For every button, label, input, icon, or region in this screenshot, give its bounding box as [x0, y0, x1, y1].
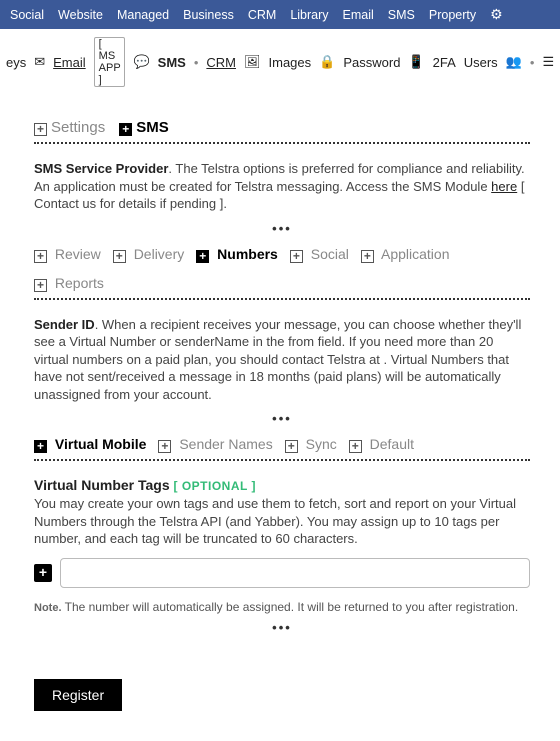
plus-icon: + — [361, 250, 374, 263]
breadcrumb-sms[interactable]: +SMS — [119, 119, 169, 136]
divider — [34, 142, 530, 144]
second-nav: eys Email [ MS APP ] SMS • CRM Images Pa… — [0, 29, 560, 95]
provider-label: SMS Service Provider — [34, 161, 168, 176]
sms-module-link[interactable]: here — [491, 179, 517, 194]
breadcrumb: +Settings +SMS — [34, 119, 530, 136]
hamburger-icon[interactable] — [542, 54, 554, 70]
nav-managed[interactable]: Managed — [117, 8, 169, 22]
lock-icon — [319, 54, 335, 70]
ellipsis-icon[interactable]: ••• — [34, 620, 530, 635]
plus-icon: + — [158, 440, 171, 453]
tab-virtual-mobile[interactable]: + Virtual Mobile — [34, 436, 146, 453]
sender-label: Sender ID — [34, 317, 95, 332]
top-nav: Social Website Managed Business CRM Libr… — [0, 0, 560, 29]
envelope-icon — [34, 54, 45, 70]
plus-icon: + — [34, 250, 47, 263]
add-tag-button[interactable]: + — [34, 564, 52, 582]
nav-social[interactable]: Social — [10, 8, 44, 22]
gear-icon[interactable] — [490, 6, 503, 23]
ms-app-chip[interactable]: [ MS APP ] — [94, 37, 126, 87]
plus-icon: + — [196, 250, 209, 263]
nav-sms[interactable]: SMS — [388, 8, 415, 22]
nav-crm-link[interactable]: CRM — [206, 55, 236, 70]
people-icon[interactable] — [506, 54, 522, 70]
nav-password[interactable]: Password — [343, 55, 400, 70]
provider-paragraph: SMS Service Provider. The Telstra option… — [34, 160, 530, 213]
plus-icon: + — [119, 123, 132, 136]
tab-reports[interactable]: + Reports — [34, 275, 104, 292]
plus-icon: + — [34, 440, 47, 453]
plus-icon: + — [34, 123, 47, 136]
nav-email-link[interactable]: Email — [53, 55, 86, 70]
vnt-title: Virtual Number Tags — [34, 477, 170, 493]
tab-review[interactable]: + Review — [34, 246, 101, 263]
divider — [34, 298, 530, 300]
ellipsis-icon[interactable]: ••• — [34, 221, 530, 236]
tabs-secondary: + Virtual Mobile + Sender Names + Sync +… — [34, 436, 530, 453]
plus-icon: + — [113, 250, 126, 263]
plus-icon: + — [290, 250, 303, 263]
nav-crm[interactable]: CRM — [248, 8, 276, 22]
vnt-title-row: Virtual Number Tags [ OPTIONAL ] — [34, 477, 530, 493]
note-label: Note. — [34, 602, 62, 614]
nav-library[interactable]: Library — [290, 8, 328, 22]
tabs-primary: + Review + Delivery + Numbers + Social +… — [34, 246, 530, 292]
nav-2fa[interactable]: 2FA — [433, 55, 456, 70]
tab-delivery[interactable]: + Delivery — [113, 246, 184, 263]
plus-icon: + — [285, 440, 298, 453]
register-button[interactable]: Register — [34, 679, 122, 711]
nav-website[interactable]: Website — [58, 8, 103, 22]
tab-numbers[interactable]: + Numbers — [196, 246, 278, 263]
ellipsis-icon[interactable]: ••• — [34, 411, 530, 426]
tag-input-row: + — [34, 558, 530, 588]
plus-icon: + — [34, 279, 47, 292]
tab-application[interactable]: + Application — [361, 246, 450, 263]
tab-default[interactable]: + Default — [349, 436, 414, 453]
dot-sep-2: • — [530, 55, 535, 70]
dot-sep: • — [194, 55, 199, 70]
note-text: Note. The number will automatically be a… — [34, 600, 530, 614]
tab-sender-names[interactable]: + Sender Names — [158, 436, 272, 453]
breadcrumb-settings[interactable]: +Settings — [34, 119, 105, 136]
vnt-description: You may create your own tags and use the… — [34, 495, 530, 548]
speech-icon — [133, 54, 149, 70]
optional-badge: [ OPTIONAL ] — [174, 479, 256, 493]
nav-email[interactable]: Email — [343, 8, 374, 22]
tab-sync[interactable]: + Sync — [285, 436, 337, 453]
plus-icon: + — [349, 440, 362, 453]
divider — [34, 459, 530, 461]
nav-sms-current[interactable]: SMS — [158, 55, 186, 70]
sender-paragraph: Sender ID. When a recipient receives you… — [34, 316, 530, 404]
nav-keys[interactable]: eys — [6, 55, 26, 70]
tag-input[interactable] — [60, 558, 530, 588]
image-icon — [244, 54, 261, 70]
nav-images[interactable]: Images — [269, 55, 312, 70]
nav-business[interactable]: Business — [183, 8, 234, 22]
tab-social[interactable]: + Social — [290, 246, 349, 263]
nav-property[interactable]: Property — [429, 8, 476, 22]
nav-users[interactable]: Users — [464, 55, 498, 70]
phone-icon — [408, 54, 424, 70]
